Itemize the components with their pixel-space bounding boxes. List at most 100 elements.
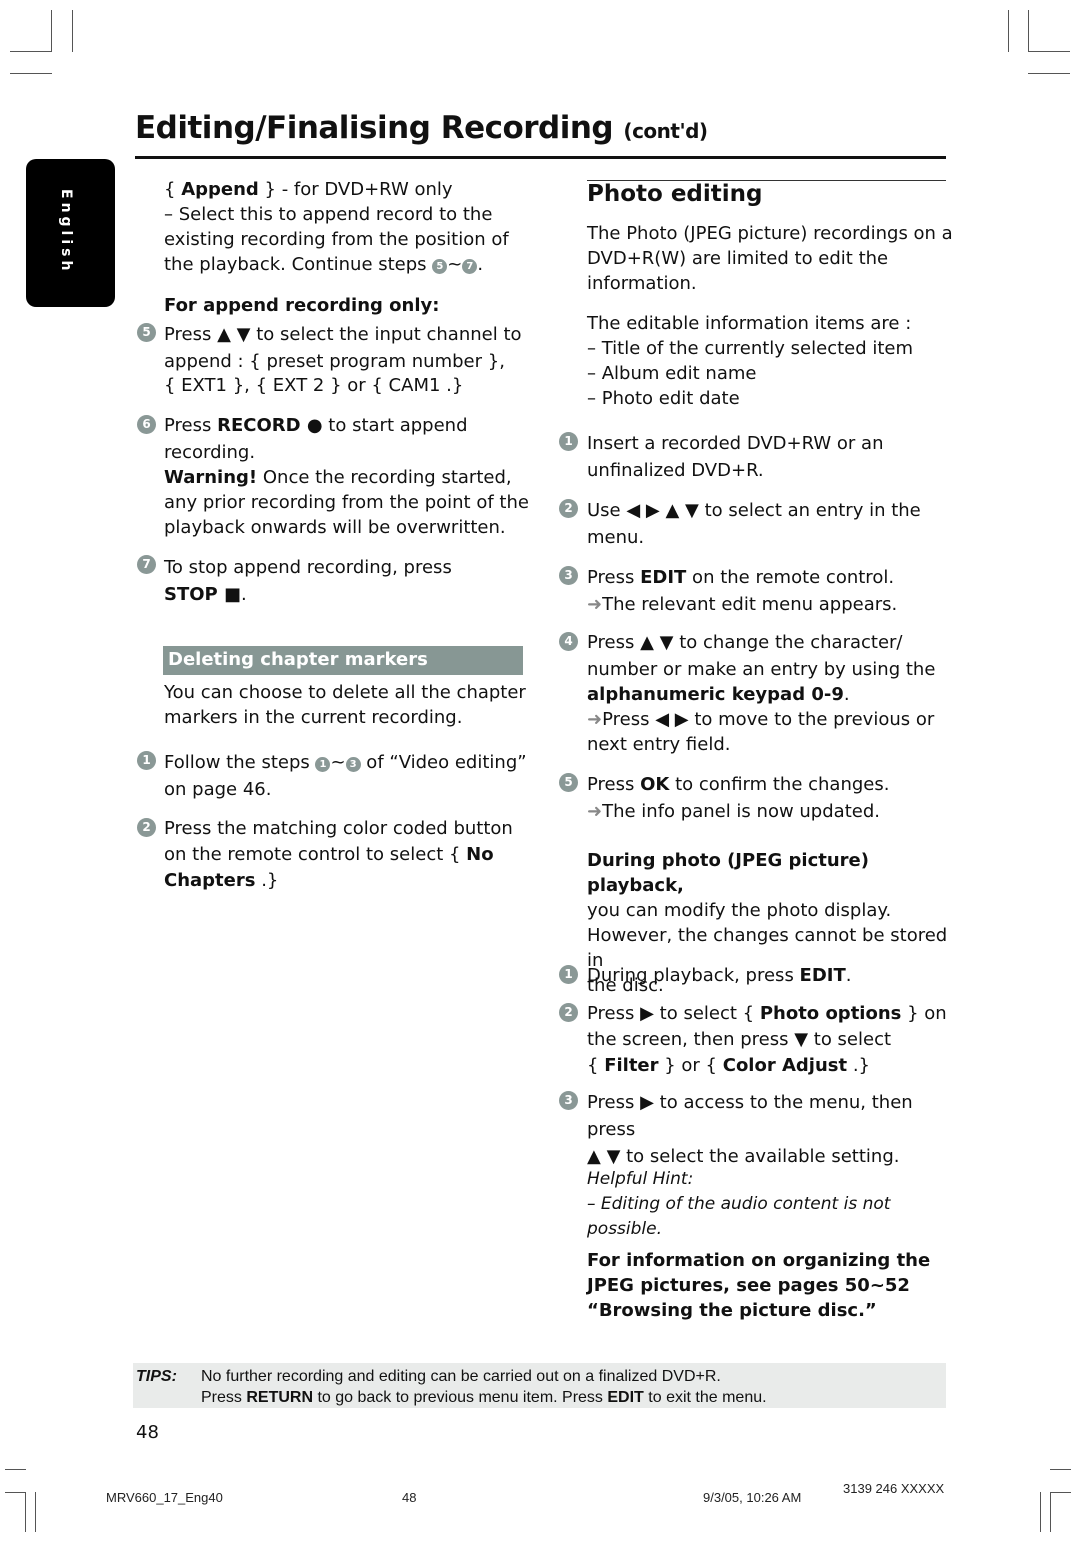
crop-mark (1028, 73, 1070, 74)
step-text: To stop append recording, press (164, 557, 452, 578)
step-text: Insert a recorded DVD+RW or an (587, 433, 884, 454)
items-intro: The editable information items are : (587, 313, 912, 334)
intro-text: information. (587, 273, 697, 294)
footer-file: MRV660_17_Eng40 (106, 1490, 223, 1505)
stop-key: STOP ■ (164, 584, 242, 605)
crop-mark (10, 73, 52, 74)
step-number-icon: 5 (559, 773, 578, 792)
step-number-icon: 2 (137, 818, 156, 837)
step-text: Press RECORD ● to start append (164, 413, 534, 438)
crop-mark (35, 1492, 36, 1532)
list-item: – Album edit name (587, 363, 757, 384)
info-text: JPEG pictures, see pages 50~52 (587, 1275, 910, 1296)
edit-key: EDIT (640, 567, 687, 588)
t: Once the recording started, (257, 467, 512, 488)
append-heading-text: For append recording only: (164, 295, 440, 316)
t: Press (587, 774, 641, 795)
left-column: { Append } - for DVD+RW only – Select th… (164, 177, 534, 277)
step-ref-icon: 5 (432, 259, 448, 274)
t: Press ▶ to select { (587, 1003, 760, 1024)
step-result: ➜The info panel is now updated. (587, 798, 957, 825)
crop-mark (5, 1469, 26, 1470)
arrow-right-icon: ➜ (587, 801, 603, 822)
t: During playback, press (587, 965, 800, 986)
intro-text: You can choose to delete all the chapter (164, 682, 526, 703)
step-text: Chapters .} (164, 868, 534, 894)
hint-title: Helpful Hint: (587, 1169, 694, 1189)
crop-mark (1050, 1492, 1071, 1493)
step-text: { Filter } or { Color Adjust .} (587, 1053, 957, 1079)
step-number-icon: 1 (137, 751, 156, 770)
brace: { (164, 179, 182, 200)
option-label: Color Adjust (722, 1055, 848, 1076)
playback-heading: During photo (JPEG picture) playback, (587, 850, 869, 896)
step-text: on page 46. (164, 779, 272, 800)
step-text: menu. (587, 527, 645, 548)
t: to exit the menu. (643, 1389, 767, 1406)
t: . (241, 584, 247, 605)
crop-mark (1028, 51, 1070, 52)
page-title: Editing/Finalising Recording (cont'd) (135, 110, 708, 146)
step-text: Press OK to confirm the changes. (587, 771, 957, 798)
crop-mark (51, 10, 52, 52)
step-ref-icon: 1 (315, 757, 331, 772)
option-label: No (466, 844, 494, 865)
append-heading: For append recording only: (164, 293, 534, 318)
step-number-icon: 1 (559, 432, 578, 451)
step-number-icon: 4 (559, 632, 578, 651)
list-item: – Photo edit date (587, 388, 740, 409)
t: Follow the steps (164, 752, 316, 773)
option-label: Filter (604, 1055, 659, 1076)
chapter-step-2: Press the matching color coded button on… (164, 816, 534, 894)
photo-intro: The Photo (JPEG picture) recordings on a… (587, 221, 957, 296)
t: Press (201, 1389, 247, 1406)
step-text: Follow the steps 1 ~3 of “Video editing” (164, 752, 527, 773)
editable-items: The editable information items are : – T… (587, 311, 957, 411)
t: Press (587, 567, 641, 588)
t: } or { (658, 1055, 723, 1076)
crop-mark (72, 10, 73, 52)
crop-mark (1028, 10, 1029, 52)
info-text: “Browsing the picture disc.” (587, 1300, 877, 1321)
hint-text: – Editing of the audio content is not po… (587, 1194, 891, 1239)
append-step-7: To stop append recording, press STOP ■. (164, 554, 534, 608)
photo-step-1: Insert a recorded DVD+RW or an unfinaliz… (587, 430, 957, 484)
step-text: on the remote control to select { No (164, 842, 534, 868)
t: of “Video editing” (360, 752, 527, 773)
step-number-icon: 7 (137, 555, 156, 574)
footer-page: 48 (402, 1490, 417, 1505)
warning-label: Warning! (164, 467, 258, 488)
step-ref-icon: 3 (345, 757, 361, 772)
step-text: Press ▶ to select { Photo options } on (587, 1001, 957, 1027)
step-number-icon: 2 (559, 1003, 578, 1022)
footer-code: 3139 246 XXXXX (843, 1481, 945, 1496)
return-key: RETURN (246, 1389, 314, 1406)
photo-step-2: Use ◀ ▶ ▲ ▼ to select an entry in the me… (587, 497, 957, 551)
title-text: Editing/Finalising Recording (135, 110, 614, 146)
warning-text: any prior recording from the point of th… (164, 492, 529, 513)
option-label: Chapters (164, 870, 256, 891)
step-text: Press ▶ to access to the menu, then pres… (587, 1092, 913, 1140)
crop-mark (10, 51, 52, 52)
crop-mark (1008, 10, 1009, 52)
t: The info panel is now updated. (602, 801, 880, 822)
step-text: unfinalized DVD+R. (587, 460, 764, 481)
append-option: { Append } - for DVD+RW only (164, 177, 534, 202)
append-suffix: } - for DVD+RW only (258, 179, 453, 200)
arrow-right-icon: ➜ (587, 709, 603, 730)
t: . (843, 684, 850, 705)
t: .} (255, 870, 279, 891)
step-text: During playback, press EDIT. (587, 963, 957, 988)
record-key: RECORD ● (217, 415, 323, 436)
photo-step-4: Press ▲ ▼ to change the character/ numbe… (587, 630, 957, 757)
language-tab: English (26, 159, 115, 307)
t: { (587, 1055, 605, 1076)
t: on the remote control to select { (164, 844, 467, 865)
warning-text: playback onwards will be overwritten. (164, 517, 506, 538)
step-text: Use ◀ ▶ ▲ ▼ to select an entry in the (587, 500, 921, 521)
append-desc: existing recording from the position of (164, 229, 509, 250)
edit-key: EDIT (607, 1389, 644, 1406)
arrow-right-icon: ➜ (587, 594, 603, 615)
intro-text: you can modify the photo display. (587, 900, 892, 921)
append-step-5: Press ▲ ▼ to select the input channel to… (164, 321, 534, 399)
